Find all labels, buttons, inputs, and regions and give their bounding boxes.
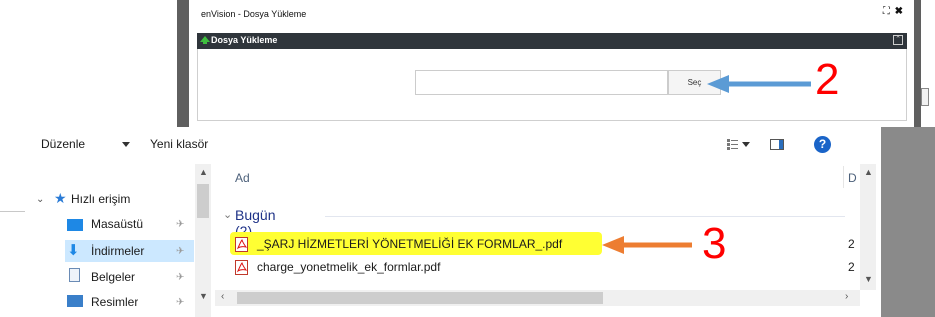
file-date: 2: [848, 260, 855, 274]
file-list-pane: Ad D ⌄ Bugün (2) _ŞARJ HİZMETLERİ YÖNETM…: [215, 164, 881, 317]
file-explorer: Düzenle Yeni klasör ? ⌄ ★ Hızlı erişim M…: [25, 127, 882, 317]
scroll-down-arrow-icon[interactable]: ▼: [864, 274, 873, 284]
pictures-icon: [67, 295, 83, 307]
horizontal-scrollbar[interactable]: ‹ ›: [215, 290, 860, 306]
blue-arrow-head: [707, 75, 729, 93]
blue-arrow-annotation: [707, 75, 811, 93]
panel-title: Dosya Yükleme: [211, 35, 278, 45]
desktop-icon: [67, 219, 83, 231]
pdf-file-icon: [235, 260, 248, 275]
step-number-3: 3: [702, 219, 727, 268]
group-divider: [325, 216, 845, 217]
scroll-left-arrow-icon[interactable]: ‹: [221, 291, 224, 302]
star-icon: ★: [54, 190, 67, 206]
window-controls: ⛶ ✖: [883, 6, 904, 17]
file-row[interactable]: charge_yonetmelik_ek_formlar.pdf: [235, 258, 855, 278]
step-number-2: 2: [815, 55, 840, 104]
download-icon: ⬇: [67, 242, 80, 259]
chevron-down-icon[interactable]: [122, 142, 130, 147]
nav-item-pictures[interactable]: Resimler: [91, 295, 138, 308]
pdf-file-icon: [235, 237, 248, 252]
orange-arrow-annotation: [602, 236, 692, 254]
upload-icon-stem: [203, 41, 207, 44]
chevron-expanded-icon[interactable]: ⌄: [223, 208, 232, 221]
scroll-down-arrow-icon[interactable]: ▼: [199, 291, 208, 301]
scroll-right-arrow-icon[interactable]: ›: [845, 291, 848, 302]
file-name: charge_yonetmelik_ek_formlar.pdf: [257, 260, 441, 274]
navigation-pane: ⌄ ★ Hızlı erişim Masaüstü ✈ ⬇ İndirmeler…: [25, 164, 211, 317]
dialog-window: enVision - Dosya Yükleme ⛶ ✖ Dosya Yükle…: [189, 0, 914, 127]
nav-item-documents[interactable]: Belgeler: [91, 270, 135, 284]
scroll-up-arrow-icon[interactable]: ▲: [199, 167, 208, 177]
dialog-title: enVision - Dosya Yükleme: [201, 9, 307, 19]
view-options-icon[interactable]: [727, 139, 738, 150]
pin-icon[interactable]: ✈: [176, 219, 184, 230]
documents-icon: [69, 268, 80, 282]
pin-icon[interactable]: ✈: [176, 297, 184, 308]
nav-item-desktop[interactable]: Masaüstü: [91, 217, 143, 231]
nav-scrollbar[interactable]: ▲ ▼: [195, 164, 211, 317]
collapse-icon[interactable]: ⌃: [893, 35, 903, 45]
view-dropdown-arrow-icon[interactable]: [742, 142, 750, 147]
organize-menu[interactable]: Düzenle: [41, 137, 85, 151]
new-folder-button[interactable]: Yeni klasör: [150, 137, 208, 151]
nav-scroll-thumb[interactable]: [197, 184, 209, 218]
close-icon[interactable]: ✖: [895, 6, 904, 17]
file-row[interactable]: _ŞARJ HİZMETLERİ YÖNETMELİĞİ EK FORMLAR_…: [230, 232, 855, 255]
file-name: _ŞARJ HİZMETLERİ YÖNETMELİĞİ EK FORMLAR_…: [257, 237, 563, 251]
column-header-name[interactable]: Ad: [235, 171, 250, 185]
preview-pane-icon[interactable]: [770, 139, 784, 150]
column-separator: [843, 166, 844, 188]
upload-dialog: enVision - Dosya Yükleme ⛶ ✖ Dosya Yükle…: [177, 0, 921, 127]
help-icon[interactable]: ?: [814, 136, 831, 153]
side-scroll-handle: [921, 88, 929, 106]
orange-arrow-head: [602, 236, 624, 254]
column-header-date[interactable]: D: [848, 171, 857, 185]
pin-icon[interactable]: ✈: [176, 272, 184, 283]
background-line: [0, 211, 25, 212]
panel-header: Dosya Yükleme ⌃: [197, 33, 907, 49]
file-date: 2: [848, 237, 855, 251]
scroll-up-arrow-icon[interactable]: ▲: [864, 167, 873, 177]
background-gray-area: [881, 127, 935, 317]
vertical-scrollbar[interactable]: ▲ ▼: [860, 164, 876, 290]
chevron-expanded-icon[interactable]: ⌄: [36, 194, 44, 205]
maximize-icon[interactable]: ⛶: [883, 6, 891, 17]
pin-icon[interactable]: ✈: [176, 246, 184, 257]
nav-item-downloads[interactable]: İndirmeler: [91, 244, 144, 258]
nav-item-quick-access[interactable]: Hızlı erişim: [71, 192, 130, 206]
horizontal-scroll-thumb[interactable]: [237, 292, 603, 304]
file-path-input[interactable]: [415, 70, 668, 95]
